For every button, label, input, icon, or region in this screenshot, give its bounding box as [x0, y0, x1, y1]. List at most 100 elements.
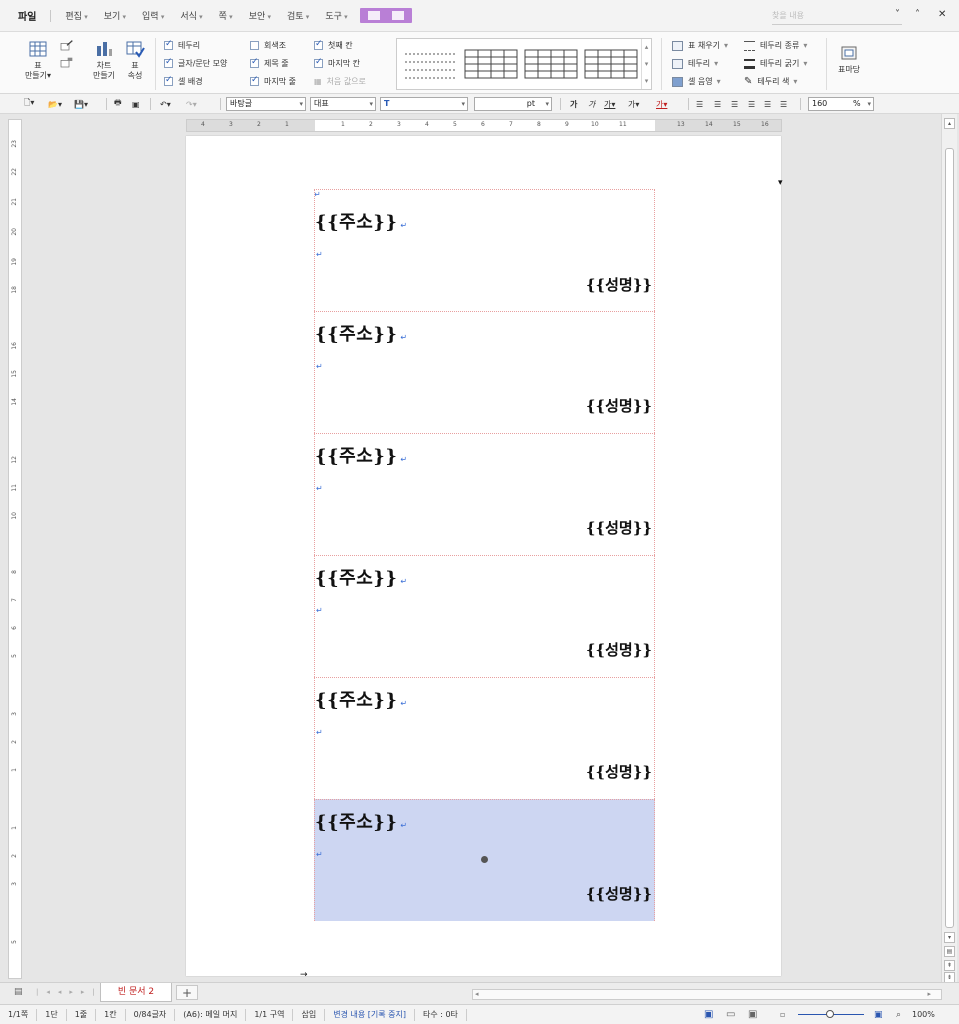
check-first-col[interactable]: 첫째 칸 — [314, 39, 353, 51]
menu-review[interactable]: 검토 — [279, 9, 317, 22]
align-distribute-icon[interactable]: ☰ — [764, 98, 771, 110]
mail-label[interactable]: {{주소}} ↵ ↵ {{성명}} — [314, 311, 655, 433]
align-center-icon[interactable]: ☰ — [731, 98, 738, 110]
reset-default-button[interactable]: ▦ 처음 값으로 — [314, 76, 366, 87]
font-size-input[interactable]: pt — [474, 97, 552, 111]
language-select[interactable]: 대표 — [310, 97, 376, 111]
border-button[interactable]: 테두리 ▾ — [672, 58, 718, 69]
more-icon[interactable]: ▾ — [645, 77, 649, 85]
mail-label[interactable]: {{주소}} ↵ ↵ {{성명}} — [314, 677, 655, 799]
search-input[interactable]: 찾을 내용 — [772, 9, 902, 25]
align-right-icon[interactable]: ☰ — [748, 98, 755, 110]
check-char-para[interactable]: 글자/문단 모양 — [164, 57, 227, 69]
undo-icon[interactable]: ↶▾ — [160, 98, 171, 110]
table-style-plain[interactable] — [403, 46, 459, 82]
zoom-slider-thumb[interactable] — [826, 1010, 834, 1018]
checkbox[interactable] — [314, 57, 323, 68]
tab-document[interactable]: 빈 문서 2 — [100, 983, 172, 1002]
status-mode[interactable]: 삽입 — [293, 1008, 326, 1021]
underline-icon[interactable]: 가▾ — [604, 98, 615, 110]
cell-shade-button[interactable]: 셀 음영 ▾ — [672, 76, 721, 87]
table-draw-button[interactable] — [58, 40, 76, 72]
redo-icon[interactable]: ↷▾ — [186, 98, 197, 110]
border-weight-button[interactable]: 테두리 굵기 ▾ — [744, 58, 807, 69]
checkbox[interactable] — [250, 41, 259, 50]
bold-icon[interactable]: 가 — [570, 98, 577, 110]
menu-view[interactable]: 보기 — [96, 9, 134, 22]
menu-tools[interactable]: 도구 — [317, 9, 355, 22]
full-view-icon[interactable]: ▣ — [748, 1009, 757, 1020]
scroll-left-icon[interactable]: ◂ — [475, 990, 479, 998]
tab-list-icon[interactable]: ▤ — [14, 987, 23, 997]
prev-page-icon[interactable]: ⇞ — [944, 960, 955, 971]
preview-icon[interactable]: ▣ — [132, 98, 140, 110]
scroll-right-icon[interactable]: ▸ — [927, 990, 931, 998]
scroll-down-icon[interactable]: ▾ — [944, 932, 955, 943]
add-tab-button[interactable]: + — [176, 985, 198, 1000]
italic-icon[interactable]: 가 — [588, 98, 595, 110]
table-context-tab[interactable] — [359, 8, 412, 23]
close-icon[interactable]: ✕ — [938, 9, 946, 20]
check-grayscale[interactable]: 회색조 — [250, 40, 286, 51]
horizontal-ruler[interactable]: 4321 1 2 3 4 5 6 7 8 9 10 11 13 14 15 16 — [186, 119, 782, 132]
checkbox[interactable] — [250, 57, 259, 68]
font-select[interactable]: T — [380, 97, 468, 111]
checkbox[interactable] — [164, 39, 173, 50]
check-header-row[interactable]: 제목 줄 — [250, 57, 289, 69]
checkbox[interactable] — [250, 75, 259, 86]
align-left-icon[interactable]: ☰ — [714, 98, 721, 110]
checkbox[interactable] — [314, 39, 323, 50]
zoom-out-icon[interactable]: ▫ — [780, 1010, 785, 1019]
status-zoom[interactable]: 100% — [912, 1010, 935, 1019]
vertical-ruler[interactable]: 23 22 21 20 19 18 16 15 14 12 11 10 8 7 6 5 3 2 1 1 2 3 5 — [8, 119, 22, 979]
scroll-up-icon[interactable]: ▴ — [944, 118, 955, 129]
table-fill-button[interactable]: 표 채우기 ▾ — [672, 40, 728, 51]
status-track-changes[interactable]: 변경 내용 [기록 중지] — [325, 1008, 415, 1021]
tab-nav-icons[interactable]: |◂◂▸▸| — [36, 988, 103, 996]
mail-label[interactable]: {{주소}} ↵ ↵ {{성명}} — [314, 555, 655, 677]
check-cell-bg[interactable]: 셀 배경 — [164, 75, 203, 87]
menu-file[interactable]: 파일 — [0, 8, 50, 23]
mail-label[interactable]: {{주소}} ↵ ↵ {{성명}} — [314, 433, 655, 555]
zoom-icon[interactable]: ⌕ — [896, 1010, 901, 1020]
new-doc-icon[interactable]: 🗋▾ — [24, 98, 34, 110]
check-border[interactable]: 테두리 — [164, 39, 200, 51]
align-split-icon[interactable]: ☰ — [780, 98, 787, 110]
vertical-scrollbar[interactable]: ▴ ▾ ▤ ⇞ ⇟ — [941, 114, 957, 983]
mail-label[interactable]: {{주소}} ↵ ↵ {{성명}} — [314, 189, 655, 311]
save-icon[interactable]: 💾▾ — [74, 98, 88, 110]
mail-label-selected[interactable]: {{주소}} ↵ ↵ {{성명}} — [314, 799, 655, 921]
chevron-up-icon[interactable]: ▴ — [645, 43, 649, 51]
check-last-col[interactable]: 마지막 칸 — [314, 57, 360, 69]
border-type-button[interactable]: 테두리 종류 ▾ — [744, 40, 807, 51]
align-justify-icon[interactable]: ☰ — [696, 98, 703, 110]
ribbon-options-icon[interactable]: ˅ — [895, 9, 900, 20]
collapse-ribbon-icon[interactable]: ˄ — [915, 9, 920, 20]
table-margin-button[interactable]: 표마당 — [834, 44, 864, 75]
table-props-button[interactable]: 표 속성 — [121, 40, 149, 81]
strike-icon[interactable]: 가▾ — [628, 98, 639, 110]
page-view-icon[interactable]: ▤ — [944, 946, 955, 957]
table-style-grid-3[interactable] — [583, 46, 639, 82]
chart-make-button[interactable]: 차트 만들기 — [90, 40, 118, 81]
horizontal-scrollbar[interactable]: ◂ ▸ — [472, 989, 942, 1000]
gallery-scroll[interactable]: ▴ ▾ ▾ — [641, 39, 651, 89]
web-layout-icon[interactable]: ▭ — [726, 1009, 735, 1020]
table-style-grid[interactable] — [463, 46, 519, 82]
checkbox[interactable] — [164, 57, 173, 68]
open-icon[interactable]: 📂▾ — [48, 98, 62, 110]
menu-format[interactable]: 서식 — [172, 9, 210, 22]
menu-insert[interactable]: 입력 — [134, 9, 172, 22]
table-style-grid-2[interactable] — [523, 46, 579, 82]
border-color-button[interactable]: ✎ 테두리 색 ▾ — [744, 76, 797, 87]
status-page[interactable]: 1/1쪽 — [0, 1008, 38, 1021]
font-color-icon[interactable]: 가▾ — [656, 98, 667, 110]
menu-security[interactable]: 보안 — [241, 9, 279, 22]
zoom-in-icon[interactable]: ▣ — [874, 1010, 883, 1020]
check-last-row[interactable]: 마지막 줄 — [250, 75, 296, 87]
style-select[interactable]: 바탕글 — [226, 97, 306, 111]
zoom-input[interactable]: 160% — [808, 97, 874, 111]
print-icon[interactable]: 🖶 — [114, 98, 122, 110]
menu-edit[interactable]: 편집 — [57, 9, 95, 22]
page-layout-icon[interactable]: ▣ — [704, 1009, 713, 1020]
